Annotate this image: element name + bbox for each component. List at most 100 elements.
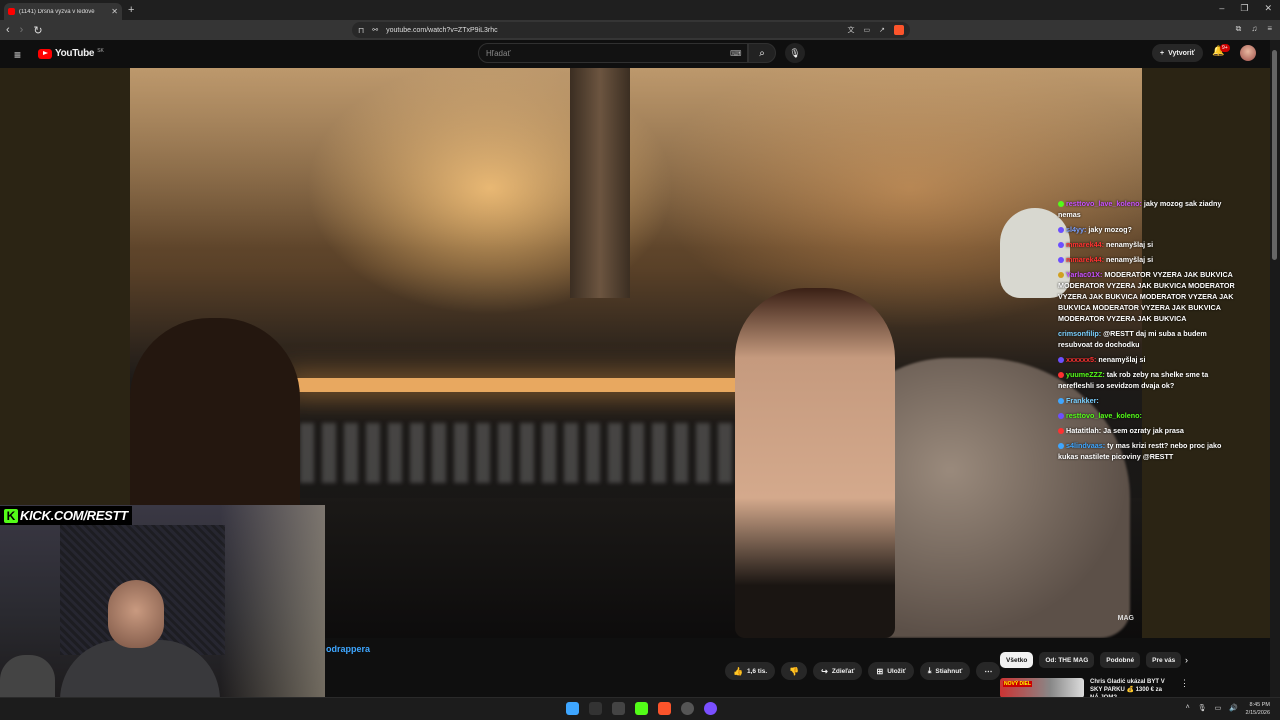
youtube-wordmark: YouTube <box>55 48 95 59</box>
chat-badge-icon <box>1058 443 1064 449</box>
media-icon[interactable]: ♫ <box>1251 24 1257 34</box>
youtube-header: ≡ YouTube SK Hľadať ⌨ ⌕ 🎙 + Vytvoriť 🔔 9… <box>0 40 1280 68</box>
network-icon[interactable]: ▭ <box>1215 704 1222 712</box>
search-button[interactable]: ⌕ <box>748 43 776 63</box>
extensions-icon[interactable]: ⧉ <box>1236 24 1242 34</box>
windows-start-icon[interactable] <box>566 702 579 715</box>
url-text[interactable]: youtube.com/watch?v=ZTxP9iL3rhc <box>386 27 497 34</box>
brave-browser-icon[interactable] <box>658 702 671 715</box>
maximize-icon[interactable]: ❐ <box>1240 3 1248 14</box>
youtube-favicon-icon <box>8 8 15 15</box>
kick-app-icon[interactable] <box>635 702 648 715</box>
plus-icon: + <box>1160 49 1165 57</box>
browser-extensions: ⧉ ♫ ≡ <box>1236 24 1272 34</box>
kick-logo-icon: K <box>4 508 18 523</box>
stream-chat-overlay: resttovo_lave_koleno: jaky mozog sak zia… <box>1058 198 1236 466</box>
chat-username: resttovo_lave_koleno: <box>1066 199 1142 208</box>
taskbar-apps <box>566 702 717 715</box>
mic-tray-icon[interactable]: 🎙 <box>1198 704 1207 712</box>
download-icon: ⤓ <box>927 666 932 675</box>
chat-message: s4lindvaas: ty mas krizi restt? nebo pro… <box>1058 440 1236 462</box>
video-actions: 👍 1,6 tis. 👎 ↪ Zdieľať ⊞ Uložiť ⤓ Stiahn… <box>725 662 1001 680</box>
video-title-fragment[interactable]: odrappera <box>326 644 370 654</box>
thumbnail-label: NOVÝ DIEL <box>1003 681 1032 687</box>
page-scrollbar[interactable] <box>1270 40 1280 700</box>
thumbs-down-icon: 👎 <box>789 666 800 676</box>
search-input[interactable]: Hľadať <box>478 43 748 63</box>
chat-text: Ja sem ozraty jak prasa <box>1103 426 1184 435</box>
app-icon[interactable] <box>589 702 602 715</box>
settings-icon[interactable] <box>681 702 694 715</box>
dislike-button[interactable]: 👎 <box>781 662 808 680</box>
streamer-head <box>108 580 164 648</box>
hamburger-menu-icon[interactable]: ≡ <box>14 48 21 62</box>
picture-in-picture-icon[interactable]: ▭ <box>864 26 871 34</box>
clock[interactable]: 8:45 PM 2/15/2026 <box>1246 701 1270 717</box>
windows-taskbar: ˄ 🎙 ▭ 🔊 8:45 PM 2/15/2026 <box>0 697 1280 720</box>
notification-count-badge: 9+ <box>1220 44 1230 52</box>
youtube-play-icon <box>38 48 52 59</box>
chat-app-icon[interactable] <box>704 702 717 715</box>
chip-3[interactable]: Pre vás <box>1146 652 1182 668</box>
chat-message: sl4yy: jaky mozog? <box>1058 224 1236 235</box>
chip-2[interactable]: Podobné <box>1100 652 1141 668</box>
save-button[interactable]: ⊞ Uložiť <box>868 662 914 680</box>
browser-menu-icon[interactable]: ≡ <box>1267 24 1272 34</box>
save-label: Uložiť <box>887 667 906 675</box>
scrollbar-thumb[interactable] <box>1272 50 1277 260</box>
browser-tab[interactable]: (1141) Drsná výzva v ledové ✕ <box>4 3 122 20</box>
like-button[interactable]: 👍 1,6 tis. <box>725 662 776 680</box>
thumbs-up-icon: 👍 <box>733 666 743 676</box>
window-controls: – ❐ ✕ <box>1219 3 1272 14</box>
account-avatar[interactable] <box>1240 45 1256 61</box>
download-button[interactable]: ⤓ Stiahnuť <box>919 662 971 680</box>
minimize-icon[interactable]: – <box>1219 3 1224 14</box>
close-window-icon[interactable]: ✕ <box>1264 3 1272 14</box>
browser-toolbar: ‹ › ↻ ⊓ ⚯ youtube.com/watch?v=ZTxP9iL3rh… <box>0 20 1280 40</box>
chip-1[interactable]: Od: THE MAG <box>1039 652 1095 668</box>
chat-username: mmarek44: <box>1066 240 1104 249</box>
translate-icon[interactable]: 文 <box>848 25 855 35</box>
chat-username: Frankker: <box>1066 396 1099 405</box>
share-button[interactable]: ↪ Zdieľať <box>813 662 863 680</box>
back-icon[interactable]: ‹ <box>6 24 10 36</box>
tab-title: (1141) Drsná výzva v ledové <box>19 8 95 15</box>
search-icon: ⌕ <box>759 47 765 59</box>
forward-icon[interactable]: › <box>20 24 24 36</box>
volume-icon[interactable]: 🔊 <box>1229 704 1238 712</box>
chat-username: yuumeZZZ: <box>1066 370 1105 379</box>
new-tab-button[interactable]: + <box>128 4 134 16</box>
voice-search-button[interactable]: 🎙 <box>785 43 805 63</box>
chat-username: crimsonfilip: <box>1058 329 1102 338</box>
address-bar[interactable]: ⊓ ⚯ youtube.com/watch?v=ZTxP9iL3rhc 文 ▭ … <box>352 22 910 38</box>
chat-username: Hatatitlah: <box>1066 426 1102 435</box>
channel-watermark: MAG <box>1117 615 1134 622</box>
download-label: Stiahnuť <box>935 667 963 675</box>
recommended-thumbnail[interactable]: NOVÝ DIEL <box>1000 678 1084 698</box>
address-bar-actions: 文 ▭ ↗ <box>848 22 904 38</box>
tray-chevron-icon[interactable]: ˄ <box>1186 704 1190 712</box>
chat-badge-icon <box>1058 257 1064 263</box>
brave-shield-icon[interactable] <box>894 25 904 35</box>
chat-badge-icon <box>1058 272 1064 278</box>
more-actions-button[interactable]: ⋯ <box>976 662 1001 680</box>
chat-message: mmarek44: nenamyšlaj si <box>1058 254 1236 265</box>
reload-icon[interactable]: ↻ <box>33 24 42 37</box>
close-tab-icon[interactable]: ✕ <box>111 7 118 16</box>
chip-0[interactable]: Všetko <box>1000 652 1034 668</box>
terminal-icon[interactable] <box>612 702 625 715</box>
create-button[interactable]: + Vytvoriť <box>1152 44 1203 62</box>
system-tray: ˄ 🎙 ▭ 🔊 <box>1186 704 1238 712</box>
youtube-logo[interactable]: YouTube SK <box>38 48 104 59</box>
chat-message: resttovo_lave_koleno: jaky mozog sak zia… <box>1058 198 1236 220</box>
chat-badge-icon <box>1058 413 1064 419</box>
share-page-icon[interactable]: ↗ <box>879 26 885 34</box>
keyboard-icon[interactable]: ⌨ <box>730 49 742 58</box>
chevron-right-icon[interactable]: › <box>1185 655 1188 665</box>
bookmark-icon[interactable]: ⊓ <box>358 26 364 35</box>
site-info-icon[interactable]: ⚯ <box>372 26 378 34</box>
scene-glasses <box>300 423 800 483</box>
like-count: 1,6 tis. <box>746 667 768 675</box>
chat-text: nenamyšlaj si <box>1098 355 1146 364</box>
chat-badge-icon <box>1058 372 1064 378</box>
